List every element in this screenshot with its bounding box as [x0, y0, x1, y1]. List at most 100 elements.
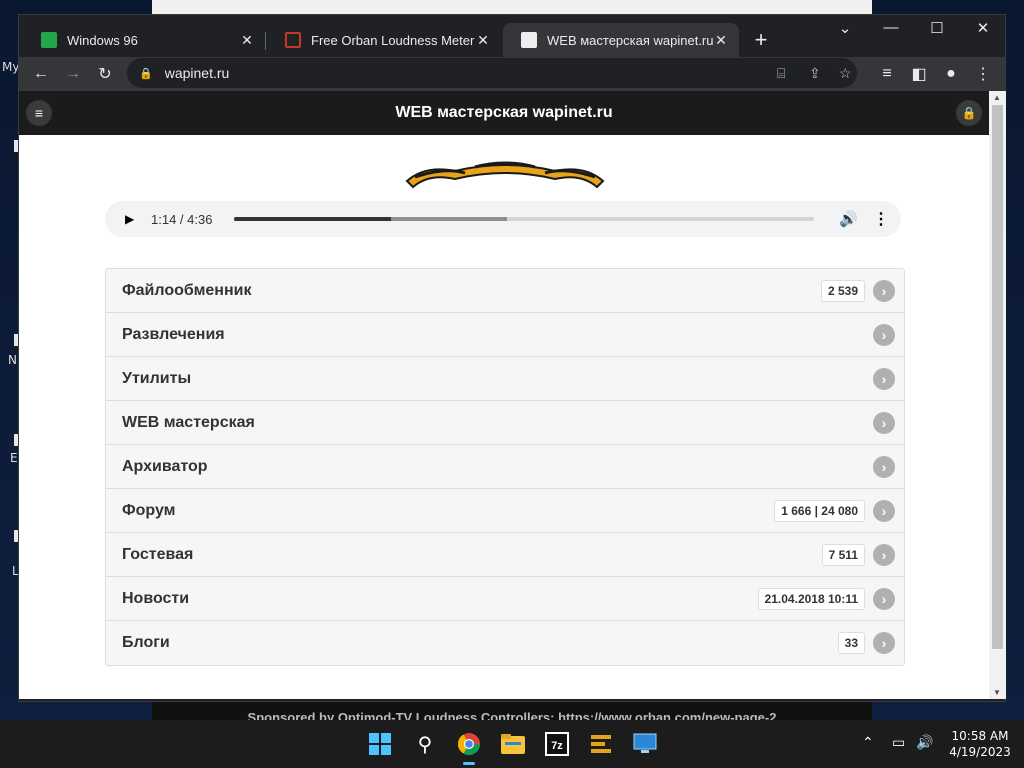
chevron-right-icon: ›: [873, 499, 895, 522]
audio-seek-bar[interactable]: [234, 217, 814, 221]
chrome-icon[interactable]: [455, 730, 483, 765]
taskbar: ⚲ 7z ⌃ ▭ 🔊 10:58 AM 4/19/2023: [0, 720, 1024, 768]
volume-icon[interactable]: 🔊: [839, 210, 858, 228]
profile-icon[interactable]: ●: [937, 60, 965, 88]
clock-time: 10:58 AM: [951, 729, 1009, 743]
audio-player[interactable]: ▶ 1:14 / 4:36 🔊 ⋮: [105, 201, 901, 237]
windows96-icon: [41, 32, 57, 48]
menu-item[interactable]: WEB мастерская ›: [106, 401, 904, 445]
menu-item-label: Новости: [122, 589, 190, 607]
scroll-up-icon[interactable]: ▲: [993, 93, 1001, 102]
menu-item-label: Файлообменник: [122, 281, 252, 299]
menu-item[interactable]: Гостевая 7 511 ›: [106, 533, 904, 577]
chevron-right-icon: ›: [873, 587, 895, 610]
app-icon[interactable]: [587, 730, 615, 758]
clock-date: 4/19/2023: [949, 745, 1011, 759]
url-text: wapinet.ru: [164, 65, 230, 81]
menu-item-label: Архиватор: [122, 457, 208, 475]
orban-icon: [285, 32, 301, 48]
file-explorer-icon[interactable]: [499, 730, 527, 758]
start-button[interactable]: [366, 730, 394, 758]
tab-title: Free Orban Loudness Meter — C: [311, 32, 475, 48]
more-menu-icon[interactable]: ⋮: [969, 60, 997, 88]
sponsor-strip: Sponsored by Optimod-TV Loudness Control…: [152, 700, 872, 720]
7zip-icon[interactable]: 7z: [543, 730, 571, 758]
search-icon[interactable]: ⚲: [411, 730, 439, 758]
login-lock-icon[interactable]: 🔒: [956, 100, 982, 126]
share-icon[interactable]: ⇪: [809, 65, 821, 82]
background-window: [152, 0, 872, 14]
menu-item-label: Блоги: [122, 634, 170, 651]
taskbar-clock[interactable]: 10:58 AM 4/19/2023: [940, 728, 1020, 760]
menu-item-count-badge: 1 666 | 24 080: [774, 499, 865, 522]
scrollbar-thumb[interactable]: [992, 105, 1003, 649]
network-icon[interactable]: ▭: [892, 734, 905, 751]
menu-item[interactable]: Форум 1 666 | 24 080 ›: [106, 489, 904, 533]
st-george-ribbon-image: [405, 161, 605, 189]
close-window-button[interactable]: ✕: [963, 19, 1003, 37]
translate-icon[interactable]: ⌸: [777, 65, 785, 82]
tab-windows96[interactable]: Windows 96 ✕: [23, 23, 265, 57]
lock-icon[interactable]: 🔒: [139, 67, 153, 80]
bookmark-star-icon[interactable]: ☆: [839, 65, 852, 82]
maximize-button[interactable]: ☐: [917, 19, 957, 37]
chevron-right-icon: ›: [873, 411, 895, 434]
menu-item-count-badge: 2 539: [820, 279, 865, 302]
menu-item-count-badge: 21.04.2018 10:11: [757, 587, 865, 610]
tab-wapinet[interactable]: WEB мастерская wapinet.ru ✕: [503, 23, 739, 57]
hamburger-menu-icon[interactable]: ≡: [26, 100, 52, 126]
menu-item[interactable]: Развлечения ›: [106, 313, 904, 357]
reading-list-icon[interactable]: ≡: [873, 60, 901, 88]
chevron-right-icon: ›: [873, 632, 895, 654]
menu-item[interactable]: Новости 21.04.2018 10:11 ›: [106, 577, 904, 621]
new-tab-button[interactable]: +: [749, 27, 773, 53]
chevron-right-icon: ›: [873, 367, 895, 390]
tab-separator: [265, 32, 266, 50]
site-header: ≡ WEB мастерская wapinet.ru 🔒: [19, 91, 989, 135]
desktop-icon-label[interactable]: My: [2, 60, 19, 74]
play-icon[interactable]: ▶: [125, 212, 137, 226]
browser-toolbar: ← → ↻ 🔒 wapinet.ru ⌸ ⇪ ☆ ≡ ◧ ● ⋮: [19, 57, 1005, 91]
menu-item-label: Гостевая: [122, 545, 194, 563]
back-button[interactable]: ←: [27, 60, 55, 88]
browser-window: Windows 96 ✕ Free Orban Loudness Meter —…: [18, 14, 1006, 702]
side-panel-icon[interactable]: ◧: [905, 60, 933, 88]
svg-text:7z: 7z: [551, 740, 563, 752]
menu-item-count-badge: 7 511: [821, 543, 865, 566]
scroll-down-icon[interactable]: ▼: [993, 688, 1001, 697]
tab-search-icon[interactable]: ⌄: [825, 19, 865, 37]
menu-item-count-badge: 33: [837, 632, 865, 654]
tray-chevron-icon[interactable]: ⌃: [862, 734, 874, 751]
forward-button[interactable]: →: [59, 60, 87, 88]
menu-item-label: Развлечения: [122, 325, 225, 343]
address-bar[interactable]: 🔒 wapinet.ru ⌸ ⇪ ☆: [127, 58, 857, 88]
minimize-button[interactable]: —: [871, 19, 911, 36]
audio-progress: [234, 217, 391, 221]
chevron-right-icon: ›: [873, 279, 895, 302]
main-menu: Файлообменник 2 539 › Развлечения › Утилиты › W…: [105, 268, 905, 666]
close-icon[interactable]: ✕: [475, 32, 491, 49]
menu-item[interactable]: Архиватор ›: [106, 445, 904, 489]
menu-item[interactable]: Блоги 33 ›: [106, 621, 904, 665]
menu-item[interactable]: Файлообменник 2 539 ›: [106, 269, 904, 313]
site-title[interactable]: WEB мастерская wapinet.ru: [395, 104, 612, 122]
chevron-right-icon: ›: [873, 323, 895, 346]
desktop-icon-label[interactable]: E: [10, 451, 18, 465]
menu-item[interactable]: Утилиты ›: [106, 357, 904, 401]
remote-desktop-icon[interactable]: [631, 730, 659, 758]
tab-bar: Windows 96 ✕ Free Orban Loudness Meter —…: [19, 15, 1005, 57]
audio-more-icon[interactable]: ⋮: [873, 209, 889, 229]
wapinet-icon: [521, 32, 537, 48]
tab-orban[interactable]: Free Orban Loudness Meter — C ✕: [267, 23, 501, 57]
menu-item-label: Утилиты: [122, 369, 192, 387]
volume-tray-icon[interactable]: 🔊: [916, 734, 933, 751]
chevron-right-icon: ›: [873, 455, 895, 478]
reload-button[interactable]: ↻: [91, 60, 119, 88]
menu-item-label: Форум: [122, 501, 176, 519]
page-viewport: ≡ WEB мастерская wapinet.ru 🔒 ▶ 1:14 / 4…: [19, 91, 989, 699]
close-icon[interactable]: ✕: [713, 32, 729, 49]
page-scrollbar[interactable]: ▲ ▼: [989, 91, 1006, 699]
desktop-icon-label[interactable]: N: [8, 353, 17, 367]
close-icon[interactable]: ✕: [239, 32, 255, 49]
audio-time: 1:14 / 4:36: [151, 211, 213, 227]
